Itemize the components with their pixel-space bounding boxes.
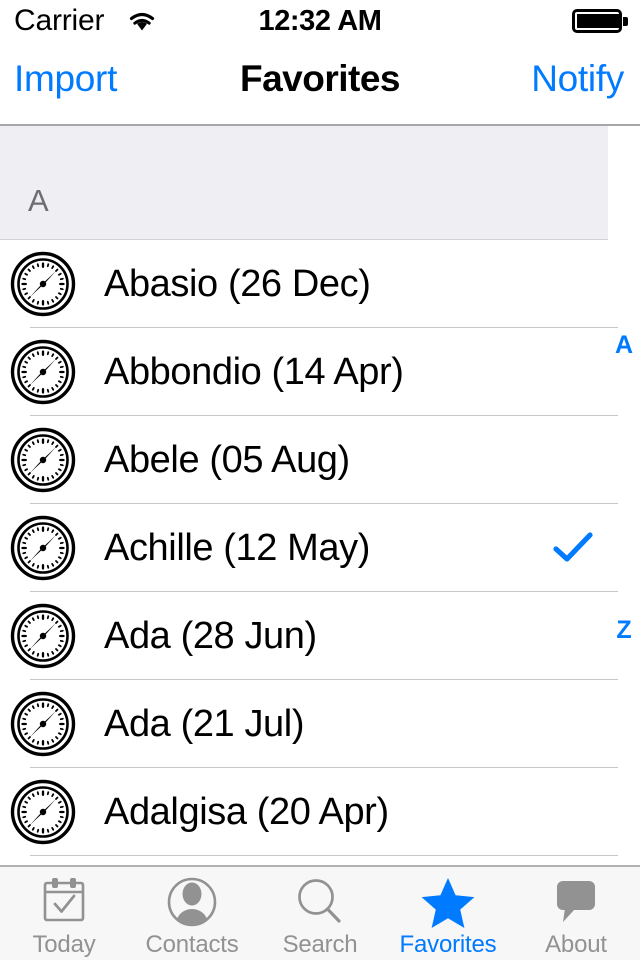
table-row[interactable]: Abbondio (14 Apr)	[0, 328, 640, 416]
tab-label: Search	[282, 931, 358, 958]
table-row[interactable]: Ada (28 Jun)	[0, 592, 640, 680]
tab-label: Contacts	[145, 931, 239, 958]
calendar-check-icon	[34, 876, 94, 928]
row-label: Abbondio (14 Apr)	[104, 350, 404, 393]
tab-label: Favorites	[399, 931, 497, 958]
tab-today[interactable]: Today	[0, 867, 128, 960]
row-label: Achille (12 May)	[104, 526, 371, 569]
compass-icon	[10, 339, 76, 405]
compass-icon	[10, 251, 76, 317]
table-row[interactable]: Abele (05 Aug)	[0, 416, 640, 504]
clock-label: 12:32 AM	[258, 5, 382, 37]
row-label: Abele (05 Aug)	[104, 438, 350, 481]
tab-search[interactable]: Search	[256, 867, 384, 960]
navigation-bar: Import Favorites Notify	[0, 40, 640, 126]
table-row[interactable]: Achille (12 May)	[0, 504, 640, 592]
section-index-bar[interactable]: AZ	[608, 126, 640, 865]
compass-icon	[10, 691, 76, 757]
tab-label: Today	[32, 931, 96, 958]
table-row[interactable]: Ada (21 Jul)	[0, 680, 640, 768]
section-header-a: A	[0, 126, 608, 240]
favorites-list[interactable]: A Abasio (26 Dec) Abbondio (14 Apr) Abel…	[0, 126, 640, 865]
tab-bar: Today Contacts Search Favorites About	[0, 865, 640, 960]
index-bar-letter[interactable]: Z	[608, 616, 640, 645]
tab-favorites[interactable]: Favorites	[384, 867, 512, 960]
row-label: Ada (21 Jul)	[104, 702, 305, 745]
checkmark-icon	[553, 504, 593, 592]
table-row[interactable]: Adalgisa (20 Apr)	[0, 768, 640, 856]
battery-full-icon	[572, 9, 628, 33]
notify-button[interactable]: Notify	[531, 58, 624, 100]
row-label: Adalgisa (20 Apr)	[104, 790, 389, 833]
compass-icon	[10, 603, 76, 669]
star-icon	[418, 876, 478, 928]
tab-about[interactable]: About	[512, 867, 640, 960]
tab-contacts[interactable]: Contacts	[128, 867, 256, 960]
table-row[interactable]: Abasio (26 Dec)	[0, 240, 640, 328]
section-header-label: A	[28, 183, 49, 218]
row-label: Abasio (26 Dec)	[104, 262, 371, 305]
list-rows: Abasio (26 Dec) Abbondio (14 Apr) Abele …	[0, 240, 640, 856]
row-label: Ada (28 Jun)	[104, 614, 317, 657]
magnifier-icon	[290, 876, 350, 928]
status-bar: Carrier 12:32 AM	[0, 0, 640, 40]
row-separator	[30, 855, 618, 856]
compass-icon	[10, 515, 76, 581]
speech-bubble-icon	[546, 876, 606, 928]
app-screen: Carrier 12:32 AM Import Favorites Notify…	[0, 0, 640, 960]
tab-label: About	[545, 931, 607, 958]
compass-icon	[10, 427, 76, 493]
compass-icon	[10, 779, 76, 845]
person-circle-icon	[162, 876, 222, 928]
index-bar-letter[interactable]: A	[608, 331, 640, 360]
